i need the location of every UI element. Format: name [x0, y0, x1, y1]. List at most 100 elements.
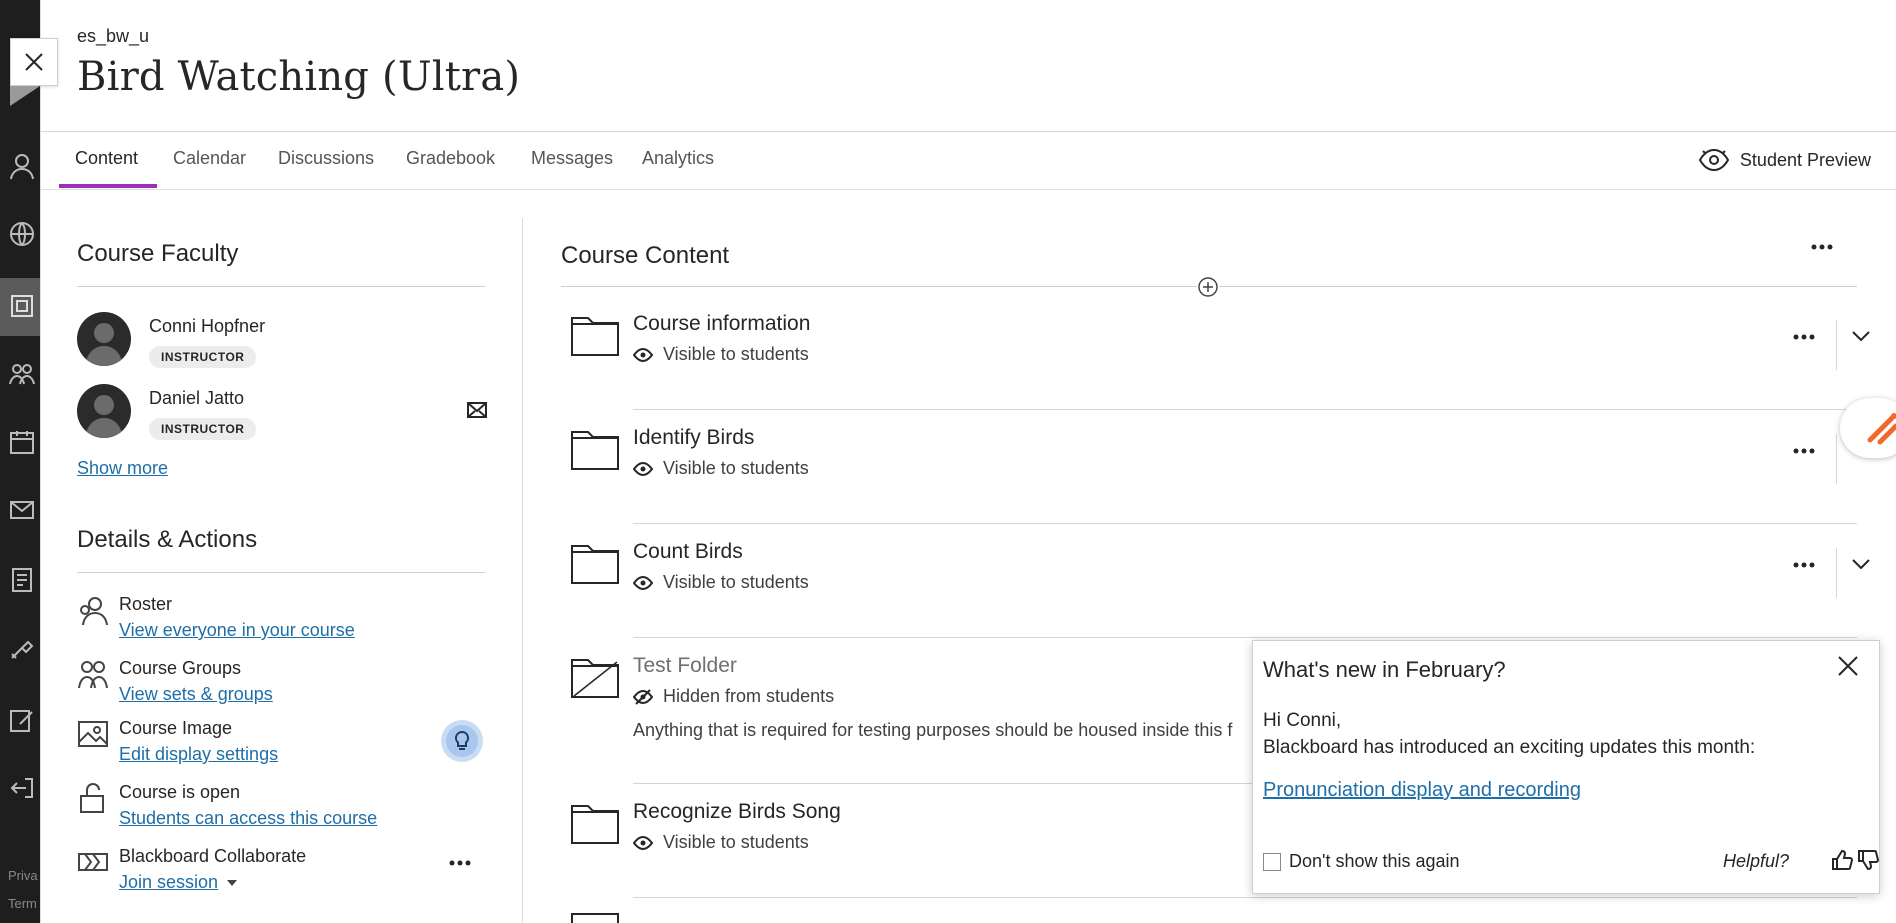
calendar-icon[interactable] — [8, 428, 36, 456]
item-more-icon[interactable] — [1793, 562, 1815, 568]
student-preview-label: Student Preview — [1739, 149, 1871, 170]
content-item-title[interactable]: Course information — [633, 312, 810, 336]
course-title: Bird Watching (Ultra) — [77, 54, 521, 100]
messages-icon[interactable] — [8, 496, 36, 524]
terms-link[interactable]: Term — [8, 896, 37, 911]
student-preview-button[interactable]: Student Preview — [1698, 148, 1871, 172]
popup-close-icon[interactable] — [1837, 655, 1859, 677]
content-item-title[interactable]: Recognize Birds Song — [633, 800, 841, 824]
content-item-title[interactable]: Identify Birds — [633, 426, 754, 450]
tab-content[interactable]: Content — [75, 148, 138, 169]
join-session-link[interactable]: Join session — [119, 872, 218, 893]
avatar — [77, 312, 131, 366]
faculty-divider — [77, 286, 485, 287]
tools-icon[interactable] — [8, 634, 36, 662]
popup-body: Hi Conni, Blackboard has introduced an e… — [1263, 707, 1755, 761]
eye-slash-icon — [633, 688, 653, 705]
folder-icon — [571, 805, 619, 844]
visibility-status[interactable]: Visible to students — [633, 344, 809, 365]
course-open-link[interactable]: Students can access this course — [119, 808, 377, 829]
courses-icon[interactable] — [8, 292, 36, 320]
content-more-icon[interactable] — [1811, 244, 1833, 250]
groups-link[interactable]: View sets & groups — [119, 684, 273, 705]
global-nav: Priva Term — [0, 0, 40, 923]
folder-icon — [571, 317, 619, 356]
content-item[interactable]: Identify Birds Visible to students — [561, 410, 1870, 524]
faculty-name: Conni Hopfner — [149, 316, 266, 336]
groups-title: Course Groups — [119, 658, 242, 678]
collaborate-more-icon[interactable] — [449, 860, 471, 866]
content-item-title[interactable]: Count Birds — [633, 540, 743, 564]
roster-title: Roster — [119, 594, 173, 614]
content-item-title[interactable]: Test Folder — [633, 654, 737, 678]
whats-new-popup: What's new in February? Hi Conni, Blackb… — [1252, 640, 1880, 894]
course-image-item: Course Image Edit display settings — [77, 718, 485, 774]
thumbs-down-icon[interactable] — [1857, 849, 1879, 871]
profile-icon[interactable] — [8, 152, 36, 180]
course-content-title: Course Content — [561, 242, 730, 269]
content-item[interactable]: Count Birds Visible to students — [561, 524, 1870, 638]
hint-bulb-button[interactable] — [441, 720, 483, 762]
privacy-link[interactable]: Priva — [8, 868, 38, 883]
visibility-status[interactable]: Visible to students — [633, 572, 809, 593]
details-title: Details & Actions — [77, 526, 258, 553]
checkbox-label: Don't show this again — [1289, 851, 1460, 871]
add-content-icon[interactable] — [1197, 276, 1219, 298]
roster-item: Roster View everyone in your course — [77, 594, 485, 650]
item-more-icon[interactable] — [1793, 334, 1815, 340]
tab-calendar[interactable]: Calendar — [173, 148, 246, 169]
faculty-member[interactable]: Daniel Jatto INSTRUCTOR — [77, 384, 487, 448]
folder-icon — [571, 431, 619, 470]
item-more-icon[interactable] — [1793, 448, 1815, 454]
role-badge: INSTRUCTOR — [149, 418, 257, 440]
grades-icon[interactable] — [8, 566, 36, 594]
edit-icon[interactable] — [8, 706, 36, 734]
chevron-down-icon[interactable] — [1851, 558, 1871, 570]
assistant-icon — [1867, 413, 1896, 445]
close-icon — [25, 53, 43, 71]
image-icon — [78, 721, 108, 747]
popup-greeting: Hi Conni, — [1263, 710, 1342, 731]
close-button-tail — [10, 86, 40, 106]
popup-feature-link[interactable]: Pronunciation display and recording — [1263, 779, 1581, 802]
chevron-down-icon[interactable] — [1851, 330, 1871, 342]
avatar — [77, 384, 131, 438]
tab-messages[interactable]: Messages — [531, 148, 613, 169]
visibility-status[interactable]: Hidden from students — [633, 686, 834, 707]
roster-link[interactable]: View everyone in your course — [119, 620, 355, 641]
sign-out-icon[interactable] — [8, 774, 36, 802]
course-image-link[interactable]: Edit display settings — [119, 744, 278, 765]
join-session-dropdown[interactable]: Join session — [119, 872, 238, 893]
faculty-member[interactable]: Conni Hopfner INSTRUCTOR — [77, 312, 485, 376]
dont-show-again-checkbox[interactable]: Don't show this again — [1263, 851, 1460, 872]
column-divider — [522, 218, 523, 923]
course-groups-item: Course Groups View sets & groups — [77, 658, 485, 714]
groups-icon[interactable] — [8, 360, 36, 388]
close-course-button[interactable] — [10, 38, 58, 86]
eye-icon — [633, 575, 653, 590]
tab-gradebook[interactable]: Gradebook — [406, 148, 495, 169]
visibility-status[interactable]: Visible to students — [633, 832, 809, 853]
unlock-icon — [80, 783, 104, 813]
content-item[interactable]: Course information Visible to students — [561, 296, 1870, 410]
content-item-description: Anything that is required for testing pu… — [633, 720, 1233, 740]
details-divider — [77, 572, 485, 573]
thumbs-up-icon[interactable] — [1831, 849, 1853, 871]
visibility-status[interactable]: Visible to students — [633, 458, 809, 479]
globe-icon[interactable] — [8, 220, 36, 248]
caret-down-icon — [227, 879, 238, 886]
tab-discussions[interactable]: Discussions — [278, 148, 374, 169]
hidden-folder-icon — [571, 659, 619, 698]
checkbox-box[interactable] — [1263, 852, 1281, 871]
email-icon[interactable] — [467, 402, 487, 418]
lightbulb-icon — [454, 731, 470, 750]
groups-icon — [78, 661, 108, 689]
eye-icon — [633, 835, 653, 850]
floating-assistant-widget[interactable] — [1840, 398, 1896, 458]
collaborate-title: Blackboard Collaborate — [119, 846, 307, 866]
show-more-link[interactable]: Show more — [77, 458, 168, 479]
tab-analytics[interactable]: Analytics — [642, 148, 714, 169]
folder-icon — [571, 545, 619, 584]
helpful-label: Helpful? — [1723, 851, 1790, 871]
collaborate-icon — [78, 853, 108, 871]
